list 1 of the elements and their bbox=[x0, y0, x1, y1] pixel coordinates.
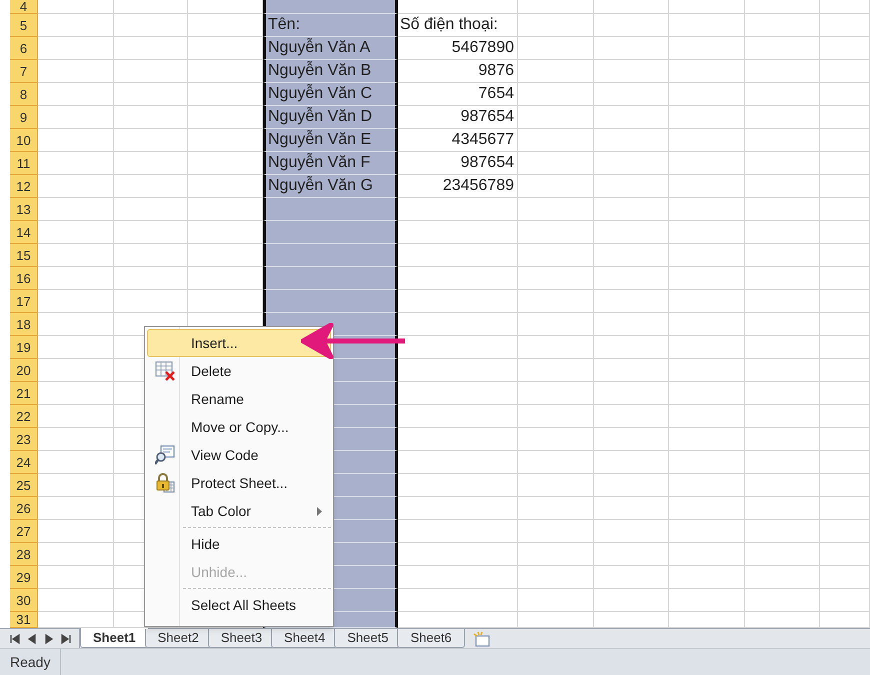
status-text: Ready bbox=[0, 649, 62, 675]
